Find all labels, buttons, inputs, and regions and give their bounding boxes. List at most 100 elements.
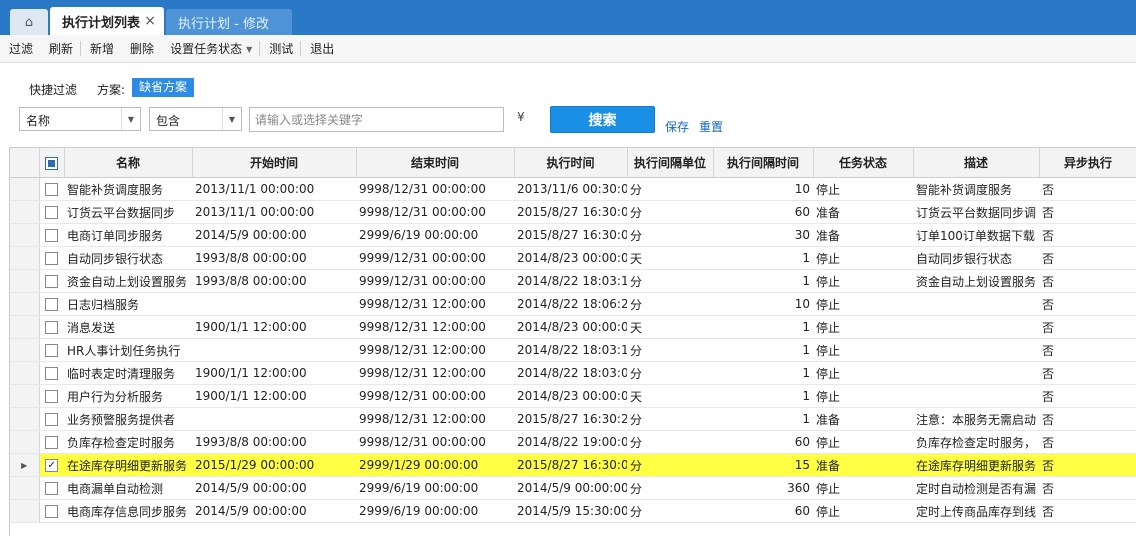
checkbox-partial-icon	[45, 156, 58, 170]
operator-select-value: 包含	[156, 114, 181, 128]
cell-exec-time: 2014/8/22 18:03:1	[514, 338, 627, 362]
select-all-checkbox[interactable]	[39, 148, 65, 178]
cell-name: 电商订单同步服务	[64, 223, 192, 247]
test-button[interactable]: 测试	[260, 40, 300, 57]
row-indicator	[10, 223, 40, 247]
row-checkbox[interactable]	[39, 246, 64, 270]
table-row[interactable]: 用户行为分析服务 1900/1/1 12:00:00 9998/12/31 00:0…	[10, 384, 1136, 408]
row-checkbox[interactable]	[39, 177, 64, 201]
set-status-menu[interactable]: 设置任务状态 ▼	[161, 40, 259, 57]
row-indicator	[10, 269, 40, 293]
row-checkbox[interactable]	[39, 223, 64, 247]
row-checkbox[interactable]	[39, 430, 64, 454]
table-row[interactable]: 消息发送 1900/1/1 12:00:00 9998/12/31 12:00:00…	[10, 315, 1136, 339]
field-select[interactable]: 名称 ▼	[19, 107, 141, 131]
cell-status: 停止	[813, 246, 913, 270]
row-checkbox[interactable]	[39, 499, 64, 523]
cell-interval-unit: 分	[627, 361, 713, 385]
cell-async: 否	[1039, 384, 1136, 408]
col-exec-time[interactable]: 执行时间	[514, 148, 628, 178]
cell-interval-unit: 天	[627, 246, 713, 270]
cell-interval: 1	[713, 384, 813, 408]
add-button[interactable]: 新增	[81, 40, 121, 57]
cell-interval-unit: 分	[627, 476, 713, 500]
keyword-input[interactable]	[249, 107, 504, 132]
col-async[interactable]: 异步执行	[1039, 148, 1136, 178]
tab-execution-plan-list[interactable]: 执行计划列表 ×	[50, 7, 164, 35]
plan-default-chip[interactable]: 缺省方案	[132, 78, 195, 97]
col-start-time[interactable]: 开始时间	[192, 148, 357, 178]
cell-name: HR人事计划任务执行	[64, 338, 192, 362]
table-row[interactable]: 订货云平台数据同步 2013/11/1 00:00:00 9998/12/31 00…	[10, 200, 1136, 224]
row-indicator	[10, 177, 40, 201]
cell-name: 日志归档服务	[64, 292, 192, 316]
cell-status: 准备	[813, 453, 913, 477]
col-end-time[interactable]: 结束时间	[356, 148, 515, 178]
table-row[interactable]: 业务预警服务提供者 9998/12/31 12:00:00 2015/8/27 16…	[10, 407, 1136, 431]
row-checkbox[interactable]	[39, 361, 64, 385]
table-row[interactable]: 智能补货调度服务 2013/11/1 00:00:00 9998/12/31 00:…	[10, 177, 1136, 201]
chevron-down-icon[interactable]: ▼	[121, 108, 140, 130]
cell-interval: 15	[713, 453, 813, 477]
cell-interval: 1	[713, 407, 813, 431]
table-row[interactable]: 电商漏单自动检测 2014/5/9 00:00:00 2999/6/19 00:00…	[10, 476, 1136, 500]
refresh-button[interactable]: 刷新	[40, 40, 80, 57]
cell-start-time: 2013/11/1 00:00:00	[192, 177, 356, 201]
cell-start-time: 2014/5/9 00:00:00	[192, 499, 356, 523]
row-checkbox[interactable]	[39, 338, 64, 362]
tab-label: 执行计划 - 修改	[178, 16, 269, 32]
exit-button[interactable]: 退出	[301, 40, 341, 57]
chevron-down-icon[interactable]: ▼	[222, 108, 241, 130]
row-checkbox[interactable]	[39, 384, 64, 408]
grid-header-row: 名称 开始时间 结束时间 执行时间 执行间隔单位 执行间隔时间 任务状态 描述 …	[10, 148, 1136, 178]
table-row[interactable]: 负库存检查定时服务 1993/8/8 00:00:00 9998/12/31 00:…	[10, 430, 1136, 454]
cell-description: 资金自动上划设置服务	[913, 269, 1039, 293]
cell-end-time: 2999/1/29 00:00:00	[356, 453, 514, 477]
cell-name: 用户行为分析服务	[64, 384, 192, 408]
col-interval-unit[interactable]: 执行间隔单位	[627, 148, 714, 178]
table-row[interactable]: 电商库存信息同步服务 2014/5/9 00:00:00 2999/6/19 00:…	[10, 499, 1136, 523]
cell-description	[913, 338, 1039, 362]
cell-status: 停止	[813, 177, 913, 201]
table-row[interactable]: ▶ ✓ 在途库存明细更新服务 2015/1/29 00:00:00 2999/1/29 …	[10, 453, 1136, 477]
row-checkbox[interactable]	[39, 292, 64, 316]
row-indicator	[10, 476, 40, 500]
cell-status: 停止	[813, 430, 913, 454]
table-row[interactable]: 资金自动上划设置服务 1993/8/8 00:00:00 9999/12/31 00…	[10, 269, 1136, 293]
search-button[interactable]: 搜索	[550, 106, 655, 133]
row-checkbox[interactable]: ✓	[39, 453, 64, 477]
operator-select[interactable]: 包含 ▼	[149, 107, 242, 131]
col-description[interactable]: 描述	[913, 148, 1040, 178]
cell-async: 否	[1039, 476, 1136, 500]
close-icon[interactable]: ×	[144, 13, 156, 29]
checkbox-icon	[45, 183, 59, 196]
table-row[interactable]: HR人事计划任务执行 9998/12/31 12:00:00 2014/8/22 1…	[10, 338, 1136, 362]
save-link[interactable]: 保存	[665, 118, 689, 135]
row-checkbox[interactable]	[39, 200, 64, 224]
row-checkbox[interactable]	[39, 476, 64, 500]
table-row[interactable]: 电商订单同步服务 2014/5/9 00:00:00 2999/6/19 00:00…	[10, 223, 1136, 247]
table-row[interactable]: 自动同步银行状态 1993/8/8 00:00:00 9999/12/31 00:0…	[10, 246, 1136, 270]
row-checkbox[interactable]	[39, 315, 64, 339]
col-interval[interactable]: 执行间隔时间	[713, 148, 814, 178]
delete-button[interactable]: 删除	[121, 40, 161, 57]
table-row[interactable]: 日志归档服务 9998/12/31 12:00:00 2014/8/22 18:06…	[10, 292, 1136, 316]
reset-link[interactable]: 重置	[699, 118, 723, 135]
cell-status: 停止	[813, 361, 913, 385]
table-row[interactable]: 临时表定时清理服务 1900/1/1 12:00:00 9998/12/31 12:…	[10, 361, 1136, 385]
filter-button[interactable]: 过滤	[0, 40, 40, 57]
tab-home[interactable]: ⌂	[10, 9, 48, 35]
checkbox-icon	[45, 390, 59, 403]
cell-end-time: 9998/12/31 12:00:00	[356, 361, 514, 385]
row-indicator	[10, 315, 40, 339]
row-indicator	[10, 407, 40, 431]
col-name[interactable]: 名称	[64, 148, 193, 178]
cell-exec-time: 2014/5/9 00:00:00	[514, 476, 627, 500]
col-status[interactable]: 任务状态	[813, 148, 914, 178]
row-checkbox[interactable]	[39, 269, 64, 293]
row-checkbox[interactable]	[39, 407, 64, 431]
tab-execution-plan-edit[interactable]: 执行计划 - 修改	[166, 9, 292, 35]
expand-filter-icon[interactable]: ¥	[517, 110, 525, 124]
cell-exec-time: 2014/8/22 18:03:1	[514, 269, 627, 293]
cell-status: 停止	[813, 315, 913, 339]
